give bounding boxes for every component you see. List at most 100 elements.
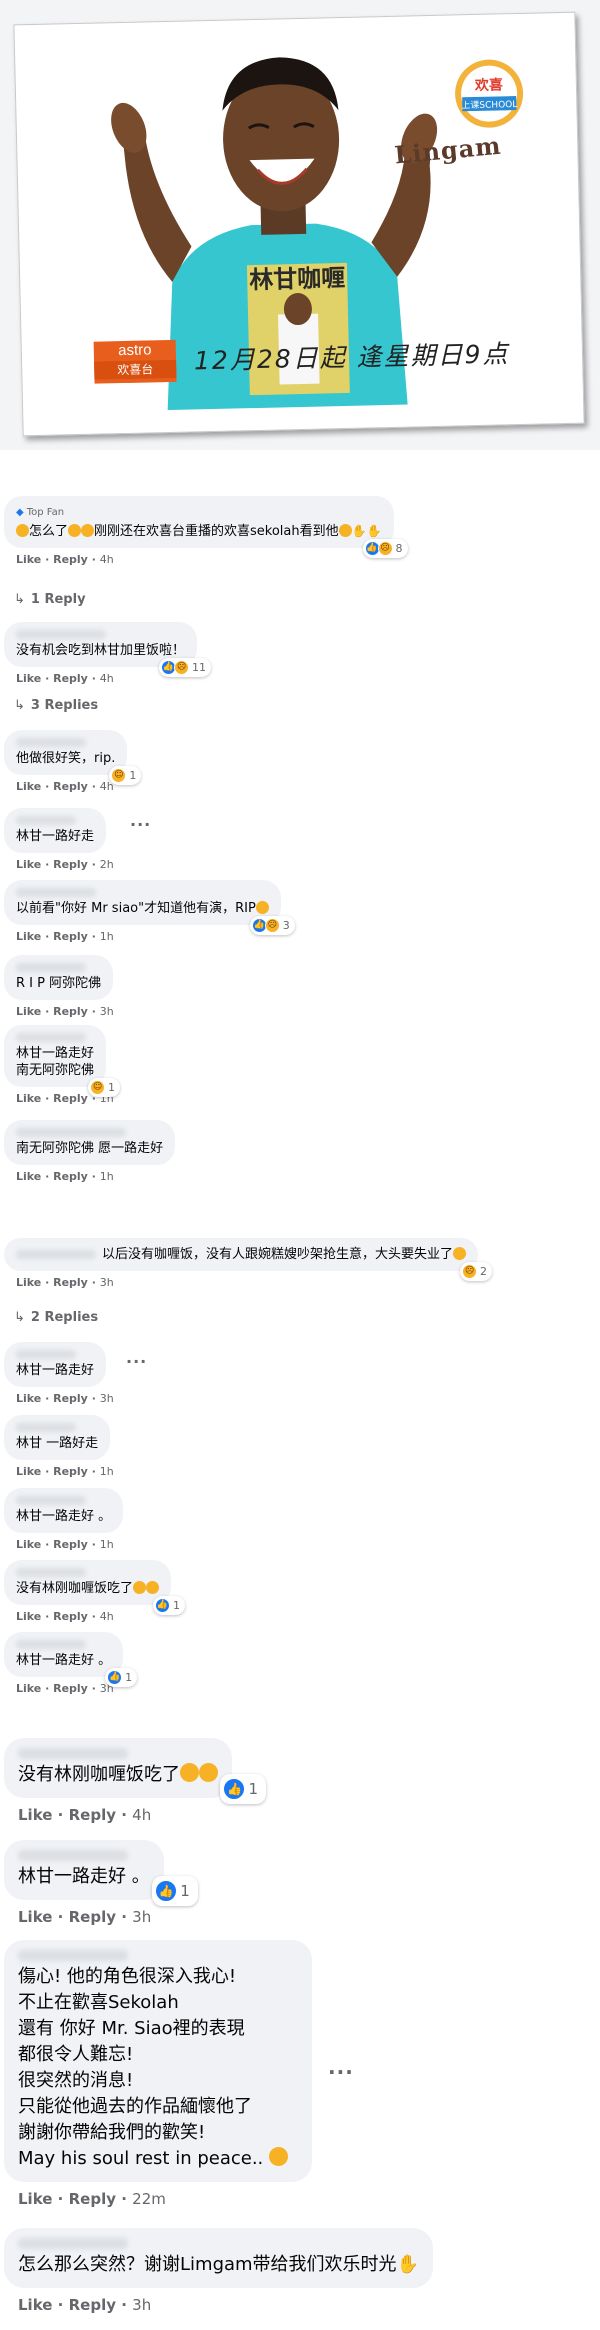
reaction-summary[interactable]: 👍 1 bbox=[220, 1774, 266, 1804]
like-link[interactable]: Like bbox=[16, 1005, 41, 1018]
author-name[interactable] bbox=[16, 1423, 76, 1432]
comment-bubble[interactable]: ◆ Top Fan 怎么了 刚刚还在欢喜台重播的欢喜sekolah看到他 ✋✋ 👍 ☹ 8 bbox=[4, 496, 408, 558]
comment-bubble[interactable]: 林甘一路走好 bbox=[4, 1342, 107, 1387]
comment-bubble[interactable]: 林甘一路走好 南无阿弥陀佛 ☺ 1 bbox=[4, 1025, 121, 1097]
more-options-icon[interactable]: ··· bbox=[130, 815, 151, 834]
reply-link[interactable]: Reply bbox=[53, 553, 88, 566]
view-replies-link[interactable]: ↳ 1 Reply bbox=[14, 592, 86, 607]
comment-bubble[interactable]: 林甘一路走好 。 bbox=[4, 1488, 124, 1533]
author-name[interactable] bbox=[16, 1640, 86, 1649]
like-link[interactable]: Like bbox=[16, 1465, 41, 1478]
like-link[interactable]: Like bbox=[16, 780, 41, 793]
comment-bubble[interactable]: 以前看"你好 Mr siao"才知道他有演，RIP 👍 ☹ 3 bbox=[4, 880, 295, 935]
like-link[interactable]: Like bbox=[18, 1908, 52, 1926]
like-link[interactable]: Like bbox=[16, 930, 41, 943]
like-link[interactable]: Like bbox=[16, 1682, 41, 1695]
praying-hands-icon: ✋✋ bbox=[351, 524, 382, 538]
reply-link[interactable]: Reply bbox=[53, 1392, 88, 1405]
comment: 他做很好笑，rip. ☺ 1 Like · Reply · 4h bbox=[4, 730, 142, 793]
author-name[interactable] bbox=[18, 1850, 128, 1861]
comment-bubble[interactable]: 傷心! 他的角色很深入我心! 不止在歡喜Sekolah 還有 你好 Mr. Si… bbox=[4, 1940, 312, 2182]
reply-link[interactable]: Reply bbox=[53, 1170, 88, 1183]
more-options-icon[interactable]: ··· bbox=[328, 2060, 354, 2084]
reply-link[interactable]: Reply bbox=[53, 1610, 88, 1623]
reply-link[interactable]: Reply bbox=[53, 930, 88, 943]
reply-link[interactable]: Reply bbox=[69, 1908, 116, 1926]
reply-link[interactable]: Reply bbox=[69, 2296, 116, 2314]
author-name[interactable] bbox=[16, 1568, 86, 1577]
comment-bubble[interactable]: 林甘一路好走 bbox=[4, 808, 107, 853]
comment-bubble[interactable]: R I P 阿弥陀佛 bbox=[4, 955, 114, 1000]
reply-link[interactable]: Reply bbox=[53, 672, 88, 685]
comment-bubble[interactable]: 以后没有咖喱饭，没有人跟婉糕嫂吵架抢生意，大头要失业了 ☹ 2 bbox=[4, 1238, 493, 1281]
reply-link[interactable]: Reply bbox=[53, 1276, 88, 1289]
reply-link[interactable]: Reply bbox=[53, 780, 88, 793]
like-link[interactable]: Like bbox=[16, 858, 41, 871]
comment-actions: Like · Reply · 4h bbox=[16, 553, 114, 566]
more-options-icon[interactable]: ··· bbox=[126, 1352, 147, 1371]
reaction-summary[interactable]: ☹ 2 bbox=[460, 1262, 493, 1281]
reaction-summary[interactable]: ☺ 1 bbox=[109, 766, 142, 785]
comment-bubble[interactable]: 没有林刚咖喱饭吃了 👍 1 bbox=[4, 1560, 186, 1615]
like-link[interactable]: Like bbox=[18, 2190, 52, 2208]
like-link[interactable]: Like bbox=[16, 1392, 41, 1405]
comment-bubble[interactable]: 林甘 一路好走 bbox=[4, 1415, 111, 1460]
reply-link[interactable]: Reply bbox=[53, 1465, 88, 1478]
comment-bubble[interactable]: 南无阿弥陀佛 愿一路走好 bbox=[4, 1120, 176, 1165]
reply-link[interactable]: Reply bbox=[53, 1005, 88, 1018]
author-name[interactable] bbox=[16, 630, 106, 639]
reply-link[interactable]: Reply bbox=[53, 858, 88, 871]
like-link[interactable]: Like bbox=[18, 1806, 52, 1824]
comment-bubble[interactable]: 他做很好笑，rip. ☺ 1 bbox=[4, 730, 142, 785]
reaction-summary[interactable]: 👍 ☹ 11 bbox=[159, 658, 212, 677]
author-name[interactable] bbox=[16, 888, 96, 897]
comment: 没有林刚咖喱饭吃了 👍 1 Like · Reply · 4h bbox=[4, 1738, 266, 1824]
reaction-summary[interactable]: 👍 ☹ 3 bbox=[249, 916, 295, 935]
author-name[interactable] bbox=[16, 1350, 76, 1359]
like-link[interactable]: Like bbox=[18, 2296, 52, 2314]
author-name[interactable] bbox=[16, 1033, 86, 1042]
comment-bubble[interactable]: 林甘一路走好 。 👍 1 bbox=[4, 1632, 138, 1687]
like-link[interactable]: Like bbox=[16, 553, 41, 566]
like-link[interactable]: Like bbox=[16, 1092, 41, 1105]
reaction-summary[interactable]: 👍 1 bbox=[153, 1596, 186, 1615]
comment: 林甘一路走好 南无阿弥陀佛 ☺ 1 Like · Reply · 1h bbox=[4, 1025, 121, 1105]
comment-text: 他做很好笑，rip. bbox=[16, 751, 116, 766]
author-name[interactable] bbox=[18, 2238, 128, 2249]
author-name[interactable] bbox=[18, 1950, 128, 1961]
comment-bubble[interactable]: 没有林刚咖喱饭吃了 👍 1 bbox=[4, 1738, 266, 1804]
reaction-summary[interactable]: 👍 ☹ 8 bbox=[362, 539, 408, 558]
comment-time: 1h bbox=[99, 1170, 114, 1183]
author-name[interactable] bbox=[18, 1748, 128, 1759]
author-name[interactable] bbox=[16, 963, 86, 972]
like-link[interactable]: Like bbox=[16, 1170, 41, 1183]
reaction-summary[interactable]: 👍 1 bbox=[105, 1668, 138, 1687]
comment-bubble[interactable]: 林甘一路走好 。 👍 1 bbox=[4, 1840, 198, 1906]
comment: 以后没有咖喱饭，没有人跟婉糕嫂吵架抢生意，大头要失业了 ☹ 2 Like · Re… bbox=[4, 1238, 493, 1289]
sad-reaction-icon: ☹ bbox=[462, 1264, 478, 1279]
author-name[interactable] bbox=[16, 738, 86, 747]
like-link[interactable]: Like bbox=[16, 1276, 41, 1289]
view-replies-link[interactable]: ↳ 3 Replies bbox=[14, 698, 98, 713]
reply-link[interactable]: Reply bbox=[69, 2190, 116, 2208]
view-replies-link[interactable]: ↳ 2 Replies bbox=[14, 1310, 98, 1325]
author-name[interactable] bbox=[16, 1496, 86, 1505]
reply-link[interactable]: Reply bbox=[53, 1682, 88, 1695]
reply-link[interactable]: Reply bbox=[53, 1092, 88, 1105]
author-name[interactable] bbox=[16, 816, 76, 825]
reply-link[interactable]: Reply bbox=[69, 1806, 116, 1824]
like-link[interactable]: Like bbox=[16, 1538, 41, 1551]
comment-actions: Like · Reply · 3h bbox=[16, 1392, 114, 1405]
author-name[interactable] bbox=[16, 1250, 96, 1259]
reply-arrow-icon: ↳ bbox=[14, 698, 25, 713]
like-link[interactable]: Like bbox=[16, 672, 41, 685]
like-link[interactable]: Like bbox=[16, 1610, 41, 1623]
reply-link[interactable]: Reply bbox=[53, 1538, 88, 1551]
comment-time: 3h bbox=[132, 2296, 152, 2314]
reaction-summary[interactable]: ☺ 1 bbox=[88, 1078, 121, 1097]
comment-bubble[interactable]: 没有机会吃到林甘加里饭啦！ 👍 ☹ 11 bbox=[4, 622, 212, 677]
comment-bubble[interactable]: 怎么那么突然？谢谢Limgam带给我们欢乐时光✋ bbox=[4, 2228, 433, 2288]
author-name[interactable] bbox=[16, 1128, 126, 1137]
reaction-summary[interactable]: 👍 1 bbox=[152, 1876, 198, 1906]
post-image[interactable]: 林甘咖喱 欢喜 上课SCHOOL Lingam astro 欢喜台 12月28日… bbox=[0, 0, 600, 450]
